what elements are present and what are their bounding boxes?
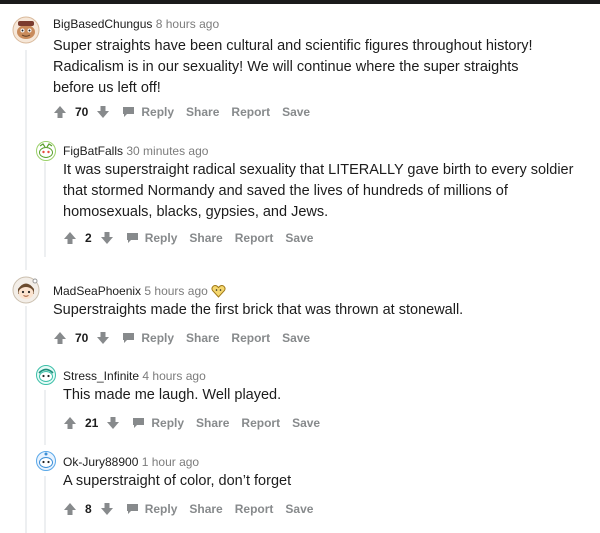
snoo-avatar-icon xyxy=(12,16,40,44)
comment-actions: 70 Reply Share Report Save xyxy=(53,100,310,124)
timestamp[interactable]: 5 hours ago xyxy=(144,284,207,298)
thread-line[interactable] xyxy=(44,390,46,445)
comment-actions: 8 Reply Share Report Save xyxy=(63,497,313,521)
downvote-icon[interactable] xyxy=(100,231,114,245)
snoo-avatar-icon xyxy=(36,451,56,471)
reply-label: Reply xyxy=(141,105,175,119)
author-name[interactable]: BigBasedChungus xyxy=(53,17,152,31)
upvote-icon[interactable] xyxy=(53,105,67,119)
comment-icon xyxy=(126,233,138,243)
author-name[interactable]: Ok-Jury88900 xyxy=(63,455,138,469)
reply-button[interactable]: Reply xyxy=(132,416,184,430)
timestamp[interactable]: 4 hours ago xyxy=(142,369,205,383)
upvote-icon[interactable] xyxy=(53,331,67,345)
reply-button[interactable]: Reply xyxy=(122,331,174,345)
upvote-icon[interactable] xyxy=(63,416,77,430)
reply-label: Reply xyxy=(151,416,185,430)
downvote-icon[interactable] xyxy=(100,502,114,516)
share-button[interactable]: Share xyxy=(196,416,229,430)
reply-label: Reply xyxy=(141,331,175,345)
timestamp[interactable]: 1 hour ago xyxy=(142,455,199,469)
thread-line[interactable] xyxy=(44,476,46,533)
save-button[interactable]: Save xyxy=(282,105,310,119)
vote-score: 8 xyxy=(85,502,92,516)
thread-line[interactable] xyxy=(44,162,46,257)
share-button[interactable]: Share xyxy=(186,331,219,345)
upvote-icon[interactable] xyxy=(63,502,77,516)
downvote-icon[interactable] xyxy=(96,105,110,119)
vote-score: 70 xyxy=(75,105,89,119)
reply-button[interactable]: Reply xyxy=(126,231,178,245)
snoo-avatar-icon xyxy=(36,141,56,161)
reply-label: Reply xyxy=(144,502,178,516)
downvote-icon[interactable] xyxy=(96,331,110,345)
snoo-avatar-icon xyxy=(36,365,56,385)
report-button[interactable]: Report xyxy=(235,231,274,245)
thread-line[interactable] xyxy=(25,50,27,270)
share-button[interactable]: Share xyxy=(186,105,219,119)
award-heart-icon[interactable] xyxy=(211,284,226,298)
author-name[interactable]: MadSeaPhoenix xyxy=(53,284,141,298)
reply-button[interactable]: Reply xyxy=(126,502,178,516)
vote-score: 2 xyxy=(85,231,92,245)
share-button[interactable]: Share xyxy=(189,231,222,245)
comment-icon xyxy=(126,504,138,514)
save-button[interactable]: Save xyxy=(292,416,320,430)
upvote-icon[interactable] xyxy=(63,231,77,245)
comment-icon xyxy=(133,418,145,428)
share-button[interactable]: Share xyxy=(189,502,222,516)
comment-actions: 70 Reply Share Report Save xyxy=(53,326,310,350)
timestamp[interactable]: 30 minutes ago xyxy=(126,144,208,158)
comment-body: Superstraights made the first brick that… xyxy=(53,302,464,318)
report-button[interactable]: Report xyxy=(231,105,270,119)
comment-icon xyxy=(123,107,135,117)
comment-meta: Stress_Infinite 4 hours ago xyxy=(63,368,206,384)
vote-score: 70 xyxy=(75,331,89,345)
comment-meta: FigBatFalls 30 minutes ago xyxy=(63,143,208,159)
avatar[interactable] xyxy=(36,365,56,385)
avatar[interactable] xyxy=(36,141,56,161)
snoo-avatar-icon xyxy=(12,276,40,304)
avatar[interactable] xyxy=(12,276,40,304)
author-name[interactable]: Stress_Infinite xyxy=(63,369,139,383)
comment-body: A superstraight of color, don’t forget xyxy=(63,473,292,489)
save-button[interactable]: Save xyxy=(282,331,310,345)
comment-actions: 21 Reply Share Report Save xyxy=(63,411,320,435)
comment-meta: BigBasedChungus 8 hours ago xyxy=(53,16,219,32)
comment-body: It was superstraight radical sexuality t… xyxy=(63,162,574,220)
top-bar xyxy=(0,0,600,4)
thread-line[interactable] xyxy=(25,306,27,533)
downvote-icon[interactable] xyxy=(106,416,120,430)
reply-label: Reply xyxy=(144,231,178,245)
vote-score: 21 xyxy=(85,416,99,430)
author-name[interactable]: FigBatFalls xyxy=(63,144,123,158)
timestamp[interactable]: 8 hours ago xyxy=(156,17,219,31)
comment-body: This made me laugh. Well played. xyxy=(63,387,282,403)
comment-meta: Ok-Jury88900 1 hour ago xyxy=(63,454,199,470)
report-button[interactable]: Report xyxy=(231,331,270,345)
reply-button[interactable]: Reply xyxy=(122,105,174,119)
comment-icon xyxy=(123,333,135,343)
comment-meta: MadSeaPhoenix 5 hours ago xyxy=(53,283,226,299)
avatar[interactable] xyxy=(36,451,56,471)
report-button[interactable]: Report xyxy=(235,502,274,516)
save-button[interactable]: Save xyxy=(285,502,313,516)
avatar[interactable] xyxy=(12,16,40,44)
comment-actions: 2 Reply Share Report Save xyxy=(63,226,313,250)
comment-body: Super straights have been cultural and s… xyxy=(53,38,533,96)
save-button[interactable]: Save xyxy=(285,231,313,245)
report-button[interactable]: Report xyxy=(241,416,280,430)
